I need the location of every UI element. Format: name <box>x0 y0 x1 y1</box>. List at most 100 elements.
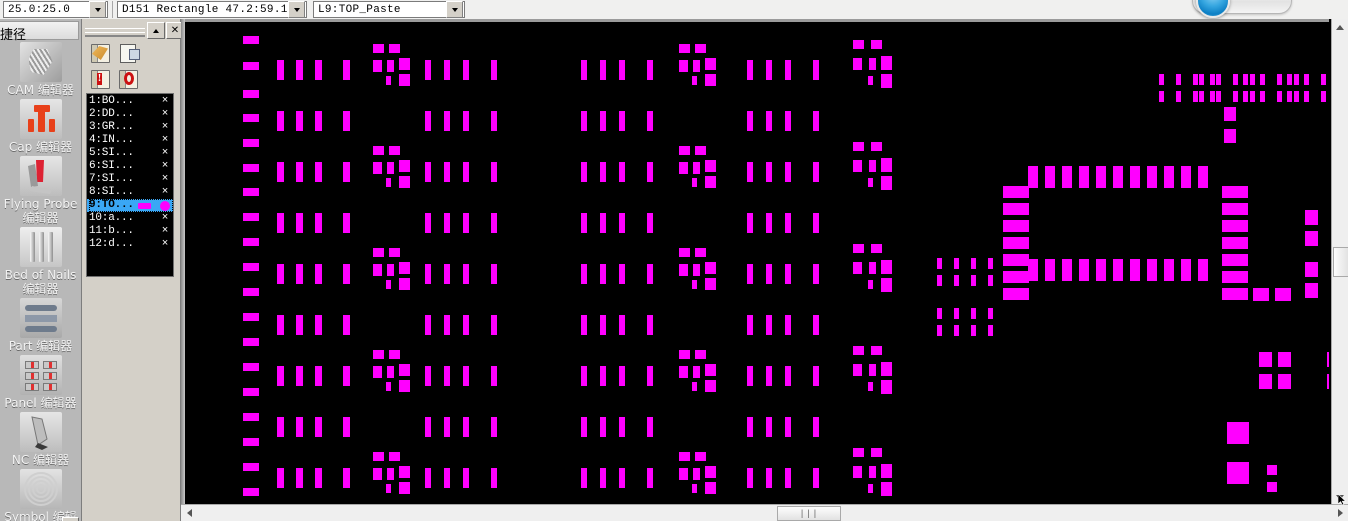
layer-row[interactable]: 1:BO... × <box>87 95 173 108</box>
layer-remove-icon[interactable]: × <box>157 121 173 134</box>
layer-row[interactable]: 7:SI... × <box>87 173 173 186</box>
layer-row[interactable]: 8:SI... × <box>87 186 173 199</box>
paste-pad <box>581 366 587 386</box>
layer-row[interactable]: 11:b... × <box>87 225 173 238</box>
layer-row[interactable]: 3:GR... × <box>87 121 173 134</box>
paste-pad <box>389 452 400 461</box>
paste-pad <box>277 111 284 131</box>
paste-pad <box>881 176 892 190</box>
chevron-down-icon[interactable] <box>446 1 463 18</box>
paste-pad <box>679 60 688 72</box>
canvas-vertical-scrollbar[interactable] <box>1331 19 1348 505</box>
paste-pad <box>386 280 391 289</box>
sidebar-item-label: Bed of Nails 编辑器 <box>4 268 77 296</box>
paste-pad <box>425 366 431 386</box>
paste-pad <box>871 142 882 151</box>
layer-row[interactable]: 10:a... × <box>87 212 173 225</box>
pcb-canvas-area[interactable]: ||| <box>181 19 1348 521</box>
paste-pad <box>600 162 606 182</box>
layer-row[interactable]: 6:SI... × <box>87 160 173 173</box>
panel-drag-grip[interactable] <box>85 28 145 37</box>
layer-delete-icon[interactable] <box>118 69 140 89</box>
layer-color-dot[interactable] <box>160 201 170 211</box>
layer-remove-icon[interactable]: × <box>157 238 173 251</box>
chevron-up-icon[interactable] <box>1332 19 1348 35</box>
chevron-down-icon[interactable] <box>288 1 305 18</box>
paste-pad <box>444 162 450 182</box>
paste-pad <box>1045 166 1055 188</box>
paste-pad <box>296 213 303 233</box>
layer-row[interactable]: 9:TO... <box>87 199 173 212</box>
paste-pad <box>871 346 882 355</box>
paste-pad <box>1003 186 1029 198</box>
paste-pad <box>693 468 700 480</box>
sidebar-item-part-editor[interactable]: Part 编辑器 <box>0 298 81 353</box>
layer-remove-icon[interactable]: × <box>157 95 173 108</box>
sidebar-scroll-down-button[interactable] <box>62 517 79 521</box>
pcb-paste-layer-view[interactable] <box>185 22 1329 505</box>
sidebar-item-panel-editor[interactable]: Panel 编辑器 <box>0 355 81 410</box>
coordinate-value: 25.0:25.0 <box>8 3 71 16</box>
paste-pad <box>1305 283 1318 298</box>
layer-list[interactable]: 1:BO... × 2:DD... × 3:GR... × 4:IN... × 5:SI... ×… <box>86 93 174 277</box>
paste-pad <box>1304 74 1309 85</box>
layer-row[interactable]: 2:DD... × <box>87 108 173 121</box>
layer-row[interactable]: 12:d... × <box>87 238 173 251</box>
paste-pad <box>243 90 259 98</box>
paste-pad <box>971 275 976 286</box>
paste-pad <box>491 315 497 335</box>
clean-layers-icon[interactable] <box>90 43 112 63</box>
layer-row-label: 5:SI... <box>89 147 134 159</box>
paste-pad <box>1305 210 1318 225</box>
layer-remove-icon[interactable]: × <box>157 108 173 121</box>
paste-pad <box>692 484 697 493</box>
chevron-right-icon[interactable] <box>1332 505 1348 521</box>
paste-pad <box>1113 259 1123 281</box>
paste-pad <box>679 146 690 155</box>
layer-remove-icon[interactable]: × <box>157 134 173 147</box>
toolbar-separator <box>112 1 113 18</box>
layer-color-bar[interactable] <box>138 203 151 209</box>
layer-remove-icon[interactable]: × <box>157 186 173 199</box>
coordinate-combo[interactable]: 25.0:25.0 <box>3 1 108 18</box>
sidebar-item-symbol-editor[interactable]: Symbol 编辑器 <box>0 469 81 521</box>
layer-remove-icon[interactable]: × <box>157 225 173 238</box>
paste-pad <box>343 60 350 80</box>
layer-remove-icon[interactable]: × <box>157 173 173 186</box>
layer-remove-icon[interactable]: × <box>157 147 173 160</box>
canvas-horizontal-scrollbar[interactable]: ||| <box>181 504 1348 521</box>
floating-round-button[interactable] <box>1196 0 1230 18</box>
layer-combo[interactable]: L9:TOP_Paste <box>313 1 465 18</box>
paste-pad <box>425 111 431 131</box>
paste-pad <box>692 178 697 187</box>
sidebar-item-bed-of-nails-editor[interactable]: Bed of Nails 编辑器 <box>0 227 81 296</box>
vertical-scroll-thumb[interactable] <box>1333 247 1348 277</box>
add-layer-icon[interactable] <box>118 43 140 63</box>
layer-row[interactable]: 5:SI... × <box>87 147 173 160</box>
chevron-left-icon[interactable] <box>181 505 197 521</box>
paste-pad <box>1147 259 1157 281</box>
collapse-panel-button[interactable] <box>147 22 165 39</box>
layer-remove-icon[interactable]: × <box>157 212 173 225</box>
sidebar-item-flying-probe-editor[interactable]: Flying Probe 编辑器 <box>0 156 81 225</box>
cap-editor-icon <box>19 99 62 139</box>
sidebar-item-cap-editor[interactable]: Cap 编辑器 <box>0 99 81 154</box>
layer-row-label: 2:DD... <box>89 108 134 120</box>
paste-pad <box>853 364 862 376</box>
sidebar-item-nc-editor[interactable]: NC 编辑器 <box>0 412 81 467</box>
paste-pad <box>971 258 976 269</box>
paste-pad <box>387 162 394 174</box>
horizontal-scroll-thumb[interactable]: ||| <box>777 506 841 521</box>
layer-row[interactable]: 4:IN... × <box>87 134 173 147</box>
layer-row-label: 3:GR... <box>89 121 134 133</box>
paste-pad <box>399 278 410 290</box>
paste-pad <box>1045 259 1055 281</box>
paste-pad <box>988 308 993 319</box>
sidebar-item-cam-editor[interactable]: CAM 编辑器 <box>0 42 81 97</box>
layer-remove-icon[interactable]: × <box>157 160 173 173</box>
paste-pad <box>315 162 322 182</box>
layer-info-icon[interactable]: ! <box>90 69 112 89</box>
chevron-down-icon[interactable] <box>89 1 106 18</box>
dcode-combo[interactable]: D151 Rectangle 47.2:59.1 <box>117 1 307 18</box>
paste-pad <box>785 264 791 284</box>
